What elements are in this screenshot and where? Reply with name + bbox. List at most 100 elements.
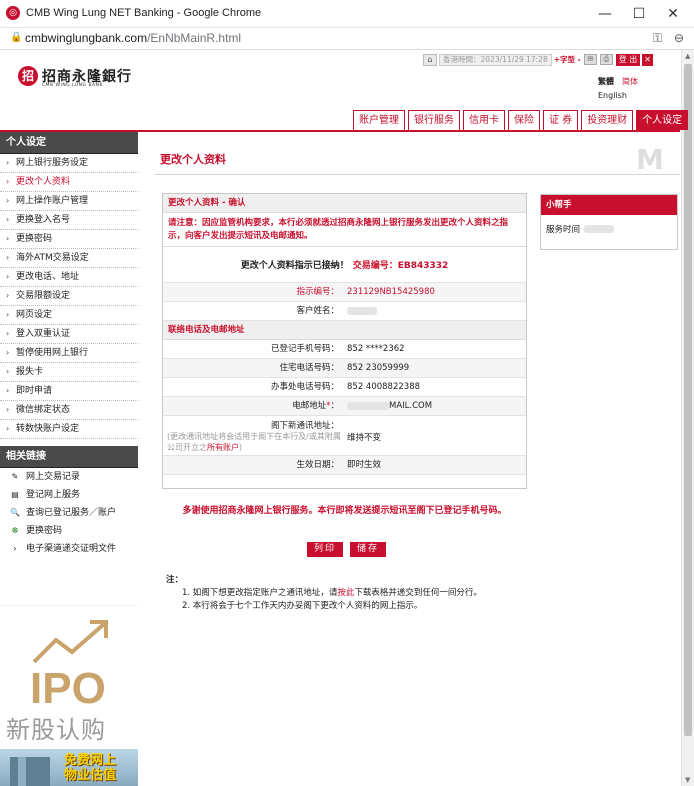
sidebar-item-label: 报失卡 <box>16 367 44 377</box>
sidebar-item-report-lost-card[interactable]: › 报失卡 <box>0 363 138 382</box>
chrome-app-icon: ◎ <box>6 6 20 20</box>
sidebar-item-label: 网上操作账户管理 <box>16 196 89 206</box>
sidebar-item-online-service-settings[interactable]: › 网上银行服务设定 <box>0 154 138 173</box>
sidebar-item-suspend-online-banking[interactable]: › 暂停使用网上银行 <box>0 344 138 363</box>
link-online-transaction-record[interactable]: ✎ 网上交易记录 <box>0 468 138 486</box>
sidebar-item-transaction-limit[interactable]: › 交易限额设定 <box>0 287 138 306</box>
sidebar-item-label: 登入双重认证 <box>16 329 71 339</box>
lang-english[interactable]: English <box>598 91 627 100</box>
lang-simplified[interactable]: 简体 <box>622 77 638 86</box>
key-icon[interactable]: ⚿ <box>653 31 662 46</box>
link-register-online-service[interactable]: ▤ 登记网上服务 <box>0 486 138 504</box>
password-icon: ☸ <box>11 526 19 535</box>
notes-title: 注： <box>166 575 184 585</box>
nav-tab-insurance[interactable]: 保险 <box>508 110 540 130</box>
nav-tab-investment[interactable]: 投资理财 <box>581 110 634 130</box>
sidebar-item-change-personal-info[interactable]: › 更改个人资料 <box>0 173 138 192</box>
home-phone-value: 852 23059999 <box>347 363 410 373</box>
promo-text: 免费网上 物业估值 <box>64 753 117 783</box>
nav-tab-personal-settings[interactable]: 个人设定 <box>636 110 689 130</box>
link-label: 查询已登记服务／账户 <box>26 508 117 518</box>
mail-icon[interactable]: ✉ <box>583 54 597 65</box>
address-note-end: ) <box>239 443 243 452</box>
minimize-button[interactable]: — <box>588 4 622 24</box>
sidebar-item-change-phone-address[interactable]: › 更改电话、地址 <box>0 268 138 287</box>
property-valuation-banner[interactable]: 免费网上 物业估值 <box>0 749 138 786</box>
link-query-registered-services[interactable]: 🔍 查询已登记服务／账户 <box>0 504 138 522</box>
chevron-right-icon: › <box>6 253 10 262</box>
vertical-scrollbar[interactable]: ▲ ▼ <box>681 50 694 786</box>
maximize-button[interactable]: ☐ <box>622 4 656 24</box>
link-change-password[interactable]: ☸ 更换密码 <box>0 522 138 540</box>
ipo-banner[interactable]: IPO 新股认购 <box>0 605 138 745</box>
service-time-row[interactable]: 服务时间 <box>541 215 677 243</box>
email-value: MAIL.COM <box>343 397 432 415</box>
nav-tab-credit-card[interactable]: 信用卡 <box>463 110 505 130</box>
redacted-service-time <box>584 225 615 233</box>
link-submit-documents[interactable]: › 电子渠道递交证明文件 <box>0 540 138 558</box>
sidebar-section-related-links: 相关链接 <box>0 446 138 468</box>
nav-tab-account[interactable]: 账户管理 <box>353 110 405 130</box>
sidebar-item-label: 更换密码 <box>16 234 53 244</box>
office-phone-label: 办事处电话号码： <box>270 382 339 392</box>
sidebar-item-wechat-binding[interactable]: › 微信绑定状态 <box>0 401 138 420</box>
service-time-label: 服务时间 <box>546 225 581 235</box>
rising-arrow-icon <box>32 620 108 664</box>
home-phone-label: 住宅电话号码： <box>279 363 339 373</box>
url-text[interactable]: cmbwinglungbank.com/EnNbMainR.html <box>25 31 241 45</box>
all-accounts-link[interactable]: 所有账户 <box>207 443 239 452</box>
scroll-up-arrow-icon[interactable]: ▲ <box>685 52 690 60</box>
bank-logo[interactable]: 招 招商永隆銀行 CMB WING LUNG BANK <box>18 66 132 88</box>
regulatory-notice: 请注意：因应监管机构要求，本行必须就透过招商永隆网上银行服务发出更改个人资料之指… <box>163 213 526 247</box>
helper-box: 小帮手 服务时间 <box>540 194 678 250</box>
chevron-right-icon: › <box>6 367 10 376</box>
section-title-contact: 联络电话及电邮地址 <box>163 321 526 340</box>
language-switch: 繁體 简体 <box>598 76 638 87</box>
sidebar-item-change-password[interactable]: › 更换密码 <box>0 230 138 249</box>
chevron-right-icon: › <box>6 405 10 414</box>
print-button[interactable]: 列印 <box>307 542 344 557</box>
main-nav: 账户管理 银行服务 信用卡 保险 证 券 投资理财 个人设定 <box>350 110 689 130</box>
email-domain: MAIL.COM <box>389 401 433 411</box>
sidebar-item-label: 暂停使用网上银行 <box>16 348 89 358</box>
sidebar-menu: › 网上银行服务设定 › 更改个人资料 › 网上操作账户管理 › 更换登入名号 › 更换密… <box>0 154 138 439</box>
notes-section: 注： 1. 如阁下想更改指定账户之通讯地址，请按此下载表格并递交到任何一间分行。… <box>166 574 482 613</box>
nav-tab-securities[interactable]: 证 券 <box>543 110 579 130</box>
sidebar-item-two-factor-login[interactable]: › 登入双重认证 <box>0 325 138 344</box>
window-title: CMB Wing Lung NET Banking - Google Chrom… <box>26 7 262 19</box>
instruction-number-value: 231129NB15425980 <box>347 287 435 297</box>
logout-button[interactable]: 登 出 <box>615 53 641 66</box>
close-button[interactable]: ✕ <box>656 4 690 24</box>
page-title: 更改个人资料 <box>160 153 226 166</box>
nav-tab-banking[interactable]: 银行服务 <box>408 110 460 130</box>
confirm-text: 更改个人资料指示已接纳！ <box>240 261 349 271</box>
font-size-control[interactable]: +字型 - <box>554 54 581 65</box>
logout-close-icon[interactable]: ✕ <box>642 53 653 66</box>
sidebar-item-label: 网页设定 <box>16 310 53 320</box>
sidebar-item-online-account-management[interactable]: › 网上操作账户管理 <box>0 192 138 211</box>
mobile-row: 已登记手机号码： 852 ****2362 <box>163 340 526 359</box>
effective-date-row: 生效日期： 即时生效 <box>163 456 526 475</box>
address-bar[interactable]: 🔒 cmbwinglungbank.com/EnNbMainR.html ⚿ ⊖ <box>0 28 694 50</box>
lang-traditional[interactable]: 繁體 <box>598 77 614 86</box>
sidebar-item-page-settings[interactable]: › 网页设定 <box>0 306 138 325</box>
building-icon <box>10 757 50 786</box>
sidebar-item-overseas-atm[interactable]: › 海外ATM交易设定 <box>0 249 138 268</box>
save-button[interactable]: 储存 <box>350 542 387 557</box>
mobile-label: 已登记手机号码： <box>270 344 339 354</box>
sidebar-item-change-login-name[interactable]: › 更换登入名号 <box>0 211 138 230</box>
download-form-link[interactable]: 按此 <box>337 588 354 598</box>
scroll-down-arrow-icon[interactable]: ▼ <box>685 776 690 784</box>
chevron-right-icon: › <box>6 234 10 243</box>
print-icon[interactable]: ⎙ <box>599 54 613 65</box>
zoom-icon[interactable]: ⊖ <box>674 31 684 45</box>
scrollbar-thumb[interactable] <box>684 64 692 736</box>
note-1: 1. 如阁下想更改指定账户之通讯地址，请按此下载表格并递交到任何一间分行。 <box>166 587 482 600</box>
sidebar-item-fps-settings[interactable]: › 转数快账户设定 <box>0 420 138 439</box>
chevron-right-icon: › <box>6 348 10 357</box>
sidebar-item-label: 转数快账户设定 <box>16 424 80 434</box>
sidebar-item-instant-application[interactable]: › 即时申请 <box>0 382 138 401</box>
home-icon[interactable]: ⌂ <box>423 53 437 66</box>
pencil-icon: ✎ <box>11 472 19 481</box>
bank-watermark-icon: M <box>636 143 664 176</box>
